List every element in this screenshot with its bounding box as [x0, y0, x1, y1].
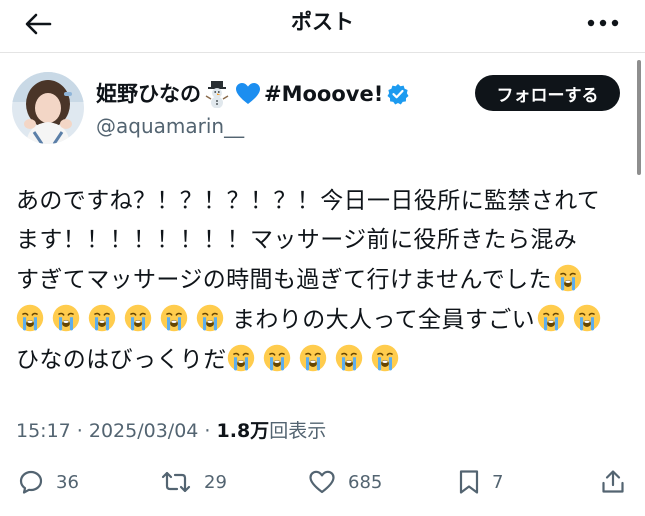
snowman-emoji-icon: [205, 81, 229, 108]
views-count[interactable]: 1.8万: [217, 420, 270, 442]
repost-icon: [161, 471, 191, 493]
scrollbar[interactable]: [637, 60, 641, 175]
reply-count: 36: [56, 471, 79, 493]
verified-badge-icon[interactable]: [387, 83, 409, 105]
loudly-crying-emoji-icon: [124, 304, 152, 332]
loudly-crying-emoji-icon: [554, 264, 582, 292]
like-button[interactable]: 685: [308, 462, 382, 502]
tweet-line-text: まわりの大人って全員すごい: [232, 307, 536, 333]
action-bar: 36 29 685 7: [0, 462, 645, 502]
reply-icon: [19, 470, 43, 494]
loudly-crying-emoji-icon: [88, 304, 116, 332]
tweet-line: ひなのはびっくりだ: [16, 342, 399, 378]
loudly-crying-emoji-icon: [299, 344, 327, 372]
tweet-line: ます！！！！！！！！マッサージ前に役所きたら混み: [16, 227, 578, 253]
top-bar: ポスト: [0, 0, 645, 50]
tweet-line: すぎてマッサージの時間も過ぎて行けませんでした: [16, 262, 582, 298]
more-options-button[interactable]: [583, 10, 623, 36]
views-label: 回表示: [269, 420, 327, 442]
loudly-crying-emoji-icon: [52, 304, 80, 332]
follow-button[interactable]: フォローする: [475, 75, 620, 111]
post-timestamp[interactable]: 15:17 · 2025/03/04 ·: [16, 420, 217, 442]
share-icon: [602, 470, 624, 493]
reply-button[interactable]: 36: [18, 462, 79, 502]
like-count: 685: [348, 471, 383, 493]
display-name[interactable]: 姫野ひなの: [96, 79, 201, 109]
tweet-line-text: ひなのはびっくりだ: [16, 347, 227, 373]
loudly-crying-emoji-icon: [227, 344, 255, 372]
user-handle[interactable]: @aquamarin__: [96, 113, 244, 139]
loudly-crying-emoji-icon: [537, 304, 565, 332]
loudly-crying-emoji-icon: [263, 344, 291, 372]
tweet-line: あのですね？！？！？！？！今日一日役所に監禁されて: [16, 188, 601, 214]
blue-heart-emoji-icon: [236, 83, 260, 104]
name-hashtag[interactable]: #Mooove!: [264, 79, 383, 109]
post-meta: 15:17 · 2025/03/04 · 1.8万回表示: [16, 418, 326, 444]
bookmark-count: 7: [492, 471, 504, 493]
loudly-crying-emoji-icon: [371, 344, 399, 372]
loudly-crying-emoji-icon: [16, 304, 44, 332]
bookmark-button[interactable]: 7: [458, 462, 503, 502]
repost-count: 29: [204, 471, 227, 493]
share-button[interactable]: [600, 462, 626, 502]
loudly-crying-emoji-icon: [335, 344, 363, 372]
heart-icon: [309, 470, 335, 494]
tweet-line-text: すぎてマッサージの時間も過ぎて行けませんでした: [16, 267, 552, 293]
header-divider: [0, 52, 645, 53]
author-name-line[interactable]: 姫野ひなの #Mooove!: [96, 78, 409, 110]
page-title: ポスト: [291, 10, 354, 34]
bookmark-icon: [459, 470, 479, 494]
loudly-crying-emoji-icon: [160, 304, 188, 332]
avatar[interactable]: [12, 72, 84, 144]
loudly-crying-emoji-icon: [573, 304, 601, 332]
loudly-crying-emoji-icon: [196, 304, 224, 332]
tweet-line: まわりの大人って全員すごい: [16, 302, 601, 338]
more-dots-icon: [587, 19, 619, 27]
repost-button[interactable]: 29: [160, 462, 227, 502]
